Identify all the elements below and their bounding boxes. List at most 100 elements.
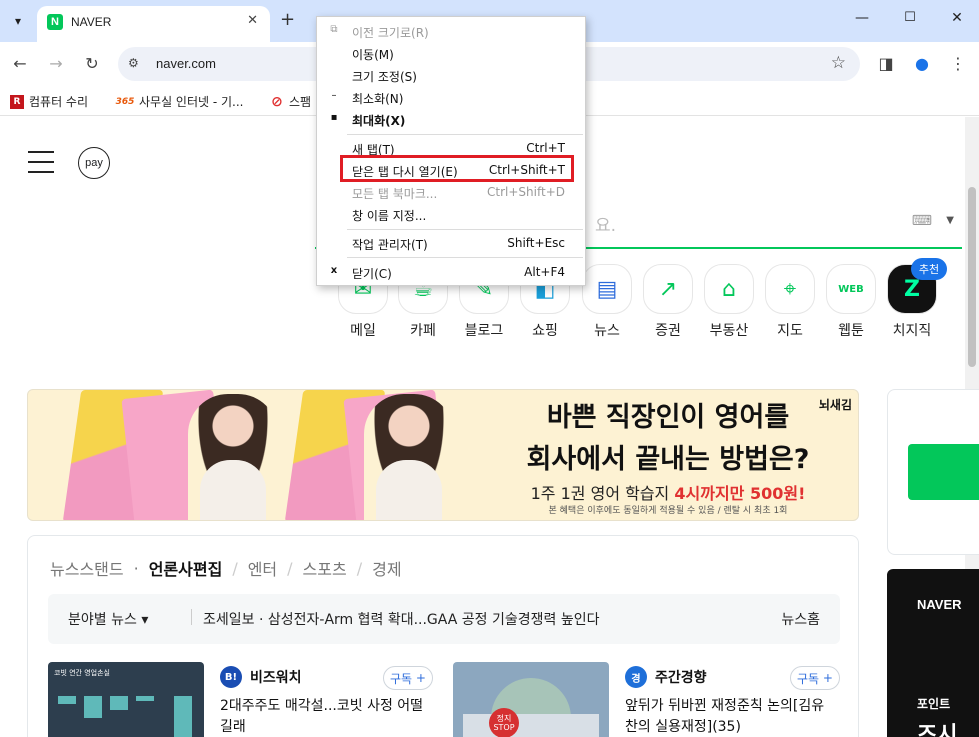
menu-item-bookmark-all-tabs[interactable]: 모든 탭 북마크... Ctrl+Shift+D (317, 181, 585, 203)
more-menu-icon[interactable]: ⋮ (948, 54, 968, 73)
shortcut-stock[interactable]: ↗ 증권 (642, 264, 694, 340)
press-name: 주간경향 (655, 670, 707, 686)
recommend-badge: 추천 (911, 258, 947, 280)
tab-search-chevron-icon[interactable]: ▾ (6, 9, 30, 33)
subscribe-button[interactable]: 구독 + (790, 666, 840, 690)
naver-logo: NAVER (917, 597, 962, 612)
model-image (364, 394, 454, 520)
ad-banner[interactable]: 뇌새김 바쁜 직장인이 영어를 회사에서 끝내는 방법은? 1주 1권 영어 학… (27, 389, 859, 521)
new-tab-plus-icon[interactable]: + (280, 9, 295, 30)
press-name: 비즈워치 (250, 670, 302, 686)
news-icon: ▤ (582, 264, 632, 314)
keyboard-icon[interactable]: ⌨ (912, 213, 932, 229)
bookmark-label: 사무실 인터넷 - 기... (139, 95, 244, 109)
site-info-icon[interactable]: ⚙ (128, 56, 139, 70)
menu-item-minimize[interactable]: – 최소화(N) (317, 86, 585, 108)
menu-item-resize[interactable]: 크기 조정(S) (317, 64, 585, 86)
bookmark-365-icon: 365 (115, 96, 135, 107)
menu-label: 작업 관리자(T) (352, 238, 428, 252)
news-thumbnail[interactable]: 정지 STOP (453, 662, 609, 737)
side-panel-icon[interactable]: ◨ (876, 54, 896, 73)
article-title[interactable]: 앞뒤가 뒤바뀐 재정준칙 논의[김유찬의 실용재정](35) (625, 696, 835, 737)
tab-separator: / (232, 558, 238, 578)
reload-icon[interactable]: ↻ (82, 54, 102, 73)
weekly-khan-logo-icon: 경 (625, 666, 647, 688)
ad-sub-prefix: 1주 1권 영어 학습지 (530, 484, 675, 503)
menu-shortcut: Shift+Esc (507, 236, 565, 250)
window-minimize-icon[interactable]: — (852, 10, 872, 26)
press-weekly-khan[interactable]: 경 주간경향 (625, 666, 707, 688)
menu-item-restore[interactable]: ⧉ 이전 크기로(R) (317, 20, 585, 42)
ad-headline-2: 회사에서 끝내는 방법은? (526, 444, 810, 475)
shortcut-webtoon[interactable]: WEB 웹툰 (825, 264, 877, 340)
newsstand: 뉴스스탠드 · 언론사편집 / 엔터 / 스포츠 / 경제 분야별 뉴스 ▾ 조… (27, 535, 859, 737)
menu-item-task-manager[interactable]: 작업 관리자(T) Shift+Esc (317, 232, 585, 254)
thumb-bar (58, 696, 76, 704)
tab-naver[interactable]: N NAVER ✕ (37, 6, 270, 42)
article-title[interactable]: 2대주주도 매각설...코빗 사정 어떨길래 (220, 696, 430, 737)
shortcut-label: 부동산 (709, 323, 749, 339)
side-ad-text: 포인트 (917, 697, 951, 711)
no-entry-icon: ⊘ (271, 93, 283, 110)
menu-item-maximize[interactable]: ▪ 최대화(X) (317, 108, 585, 130)
bookmark-label: 스팸 (289, 95, 312, 109)
category-label: 분야별 뉴스 (68, 612, 137, 628)
menu-label: 크기 조정(S) (352, 70, 417, 84)
building-shape (463, 714, 599, 737)
tab-sports[interactable]: 스포츠 (303, 556, 347, 580)
side-ad[interactable]: NAVER 포인트 즈시 (887, 569, 979, 737)
menu-label: 이전 크기로(R) (352, 26, 429, 40)
tab-enter[interactable]: 엔터 (248, 556, 277, 580)
thumb-bar (174, 696, 192, 737)
restore-icon: ⧉ (330, 24, 338, 35)
side-ad-big-text: 즈시 (917, 723, 958, 737)
menu-item-close[interactable]: x 닫기(C) Alt+F4 (317, 261, 585, 283)
press-bizwatch[interactable]: B! 비즈워치 (220, 666, 302, 688)
bookmark-label: 컴퓨터 수리 (29, 95, 89, 109)
shortcut-label: 카페 (410, 323, 436, 339)
ad-subline: 1주 1권 영어 학습지 4시까지만 500원! (468, 480, 858, 504)
menu-item-name-window[interactable]: 창 이름 지정... (317, 203, 585, 225)
url-text[interactable]: naver.com (156, 56, 216, 71)
bookmark-item[interactable]: R 컴퓨터 수리 (10, 93, 88, 110)
news-thumbnail[interactable]: 코빗 연간 영업손실 korbit (48, 662, 204, 737)
maximize-icon: ▪ (330, 112, 338, 123)
naver-pay-icon[interactable]: pay (78, 147, 110, 179)
ticker-headline[interactable]: 조세일보 · 삼성전자-Arm 협력 확대...GAA 공정 기술경쟁력 높인다 (203, 609, 599, 629)
bookmark-item[interactable]: 365 사무실 인터넷 - 기... (116, 93, 244, 110)
menu-item-move[interactable]: 이동(M) (317, 42, 585, 64)
menu-separator (347, 257, 583, 258)
tab-economy[interactable]: 경제 (372, 556, 401, 580)
hamburger-menu-icon[interactable] (28, 151, 54, 173)
window-close-icon[interactable]: ✕ (947, 10, 967, 26)
search-dropdown-icon[interactable]: ▼ (946, 215, 954, 226)
ad-fine-print: 본 혜택은 이후에도 동일하게 적용될 수 있음 / 렌탈 시 최초 1회 (548, 506, 788, 516)
news-category-dropdown[interactable]: 분야별 뉴스 ▾ (68, 609, 148, 629)
forward-arrow-icon[interactable]: → (46, 54, 66, 73)
tab-close-icon[interactable]: ✕ (247, 13, 258, 28)
bookmark-item[interactable]: ⊘ 스팸 (270, 93, 311, 110)
bookmark-star-icon[interactable]: ☆ (831, 53, 846, 73)
shortcut-label: 웹툰 (838, 323, 864, 339)
tab-newsstand[interactable]: 뉴스스탠드 (50, 556, 124, 580)
news-home-link[interactable]: 뉴스홈 (781, 609, 820, 629)
newsstand-tabs: 뉴스스탠드 · 언론사편집 / 엔터 / 스포츠 / 경제 (50, 556, 402, 580)
shortcut-news[interactable]: ▤ 뉴스 (581, 264, 633, 340)
window-maximize-icon[interactable]: ☐ (900, 10, 920, 25)
divider (191, 609, 192, 625)
thumb-bar (84, 696, 102, 718)
login-button[interactable] (908, 444, 979, 500)
shortcut-map[interactable]: ⌖ 지도 (764, 264, 816, 340)
bookmark-r-icon: R (10, 94, 24, 109)
scrollbar-thumb[interactable] (968, 187, 976, 367)
shortcut-realestate[interactable]: ⌂ 부동산 (703, 264, 755, 340)
naver-favicon-icon: N (47, 14, 63, 30)
map-icon: ⌖ (765, 264, 815, 314)
ad-headline-1: 바쁜 직장인이 영어를 (546, 402, 790, 433)
back-arrow-icon[interactable]: ← (10, 54, 30, 73)
tab-press-edit[interactable]: 언론사편집 (149, 556, 223, 580)
shortcut-label: 블로그 (464, 323, 504, 339)
profile-avatar-icon[interactable]: ● (912, 54, 932, 73)
menu-label: 최소화(N) (352, 92, 404, 106)
subscribe-button[interactable]: 구독 + (383, 666, 433, 690)
